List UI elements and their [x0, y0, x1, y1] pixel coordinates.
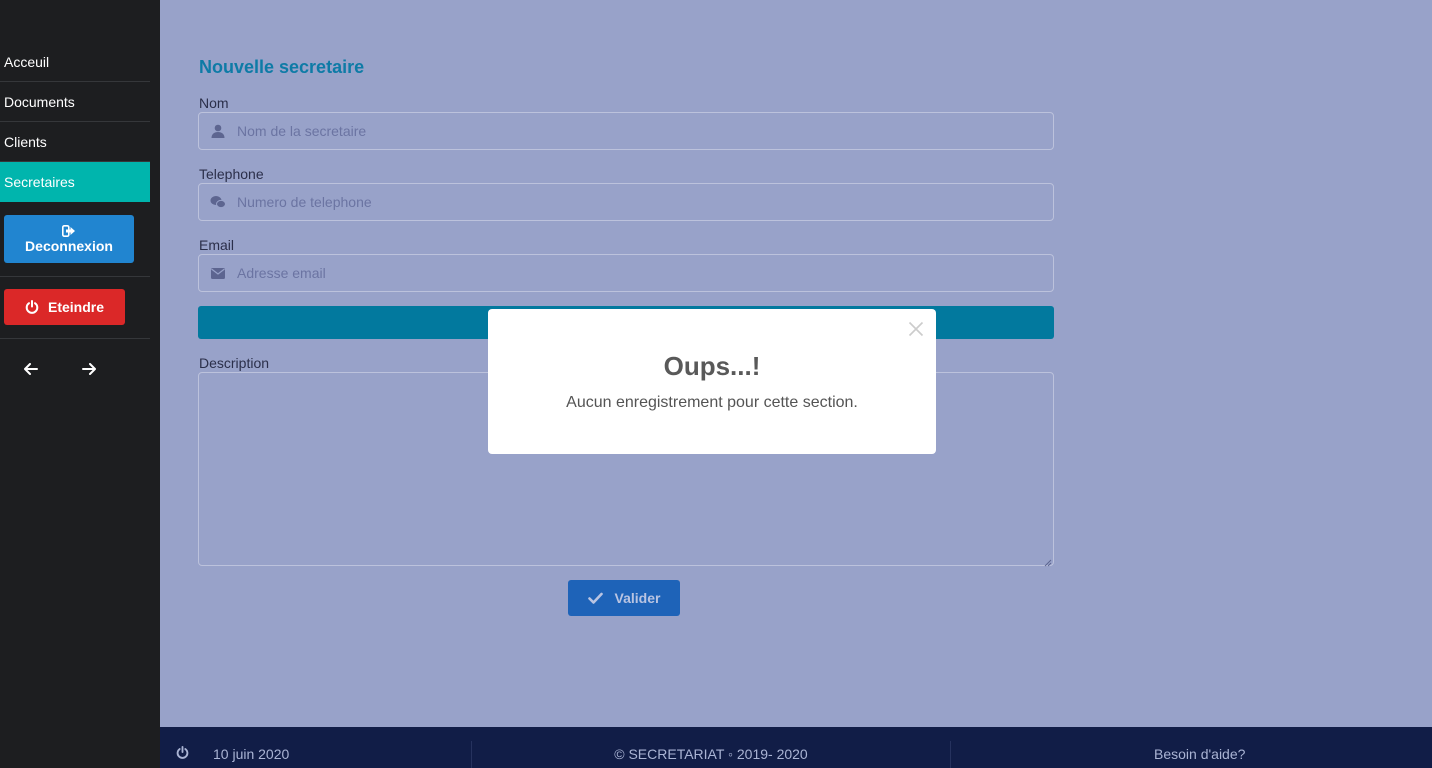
sidebar-item-label: Documents [4, 94, 75, 110]
footer-date: 10 juin 2020 [213, 746, 290, 762]
alert-modal: Oups...! Aucun enregistrement pour cette… [488, 309, 936, 454]
description-label: Description [199, 355, 270, 371]
resize-handle-icon[interactable] [1042, 554, 1052, 567]
submit-label: Valider [614, 590, 661, 606]
email-input[interactable] [237, 265, 1053, 281]
shutdown-label: Eteindre [47, 299, 104, 315]
footer: 10 juin 2020 © SECRETARIAT ◦ 2019- 2020 … [160, 727, 1432, 768]
submit-button[interactable]: Valider [568, 580, 680, 616]
shutdown-button[interactable]: Eteindre [4, 289, 125, 325]
email-label: Email [199, 237, 235, 253]
sidebar-item-documents[interactable]: Documents [0, 82, 150, 122]
logout-label: Deconnexion [25, 238, 113, 254]
power-icon [25, 300, 39, 314]
sidebar-item-clients[interactable]: Clients [0, 122, 150, 162]
check-icon [587, 592, 603, 604]
wechat-icon [199, 195, 237, 209]
modal-message: Aucun enregistrement pour cette section. [566, 394, 858, 411]
arrow-left-icon[interactable] [20, 358, 42, 380]
user-icon [199, 124, 237, 138]
close-icon[interactable] [908, 321, 924, 337]
email-field[interactable] [198, 254, 1054, 292]
footer-copyright: © SECRETARIAT ◦ 2019- 2020 [614, 746, 808, 762]
nom-label: Nom [199, 95, 229, 111]
power-icon [176, 746, 189, 762]
page-title: Nouvelle secretaire [199, 57, 365, 77]
sidebar-item-label: Clients [4, 134, 47, 150]
sidebar-item-secretaires[interactable]: Secretaires [0, 162, 150, 202]
arrow-right-icon[interactable] [78, 358, 100, 380]
divider [0, 276, 150, 277]
telephone-label: Telephone [199, 166, 264, 182]
logout-button[interactable]: Deconnexion [4, 215, 134, 263]
sidebar: Acceuil Documents Clients Secretaires De… [0, 0, 160, 768]
sign-out-icon [4, 224, 134, 238]
divider [950, 741, 951, 768]
sidebar-item-acceuil[interactable]: Acceuil [0, 42, 150, 82]
modal-title: Oups...! [663, 351, 761, 381]
sidebar-item-label: Acceuil [4, 54, 50, 70]
envelope-icon [199, 267, 237, 279]
divider [0, 338, 150, 339]
telephone-input[interactable] [237, 194, 1053, 210]
nom-input[interactable] [237, 123, 1053, 139]
help-link[interactable]: Besoin d'aide? [1154, 746, 1245, 762]
telephone-field[interactable] [198, 183, 1054, 221]
nom-field[interactable] [198, 112, 1054, 150]
sidebar-item-label: Secretaires [4, 174, 75, 190]
